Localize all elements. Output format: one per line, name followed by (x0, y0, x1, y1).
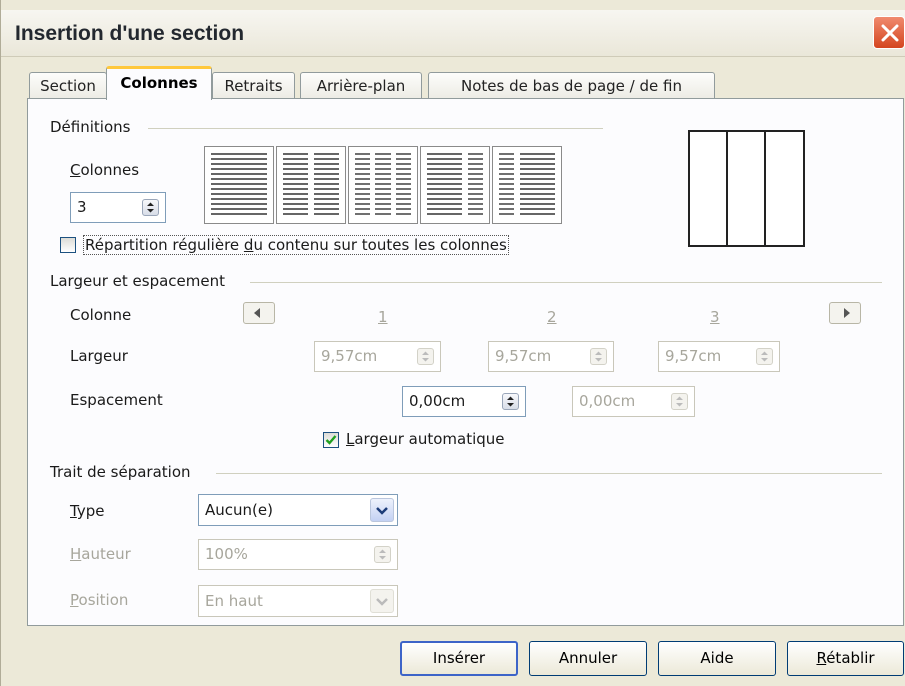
auto-width-checkbox[interactable] (323, 432, 339, 448)
definitions-group-label: Définitions (50, 118, 131, 136)
layout-preset-2[interactable] (276, 146, 346, 224)
layout-preset-3[interactable] (348, 146, 418, 224)
spin-arrows-icon (507, 396, 514, 407)
height-label: Hauteur (70, 545, 131, 563)
cancel-button[interactable]: Annuler (529, 641, 647, 676)
reset-button[interactable]: Rétablir (787, 641, 904, 676)
even-distribution-checkbox[interactable] (60, 237, 76, 253)
width-col2-value: 9,57cm (495, 347, 552, 365)
insert-section-dialog: Insertion d'une section Section Colonnes… (0, 0, 905, 686)
spacing-1-value: 0,00cm (409, 392, 466, 410)
spin-arrows-icon (379, 549, 386, 560)
spacing-2-spinner[interactable]: 0,00cm (572, 386, 695, 417)
width-spacing-divider (250, 282, 882, 283)
help-button[interactable]: Aide (658, 641, 776, 676)
column-preview (688, 130, 805, 247)
two-columns-left-wide-icon (427, 153, 483, 215)
chevron-down-icon (376, 507, 388, 515)
auto-width-label[interactable]: Largeur automatique (346, 430, 505, 448)
definitions-divider (148, 128, 603, 129)
spacing-1-spin-button[interactable] (502, 393, 519, 410)
tab-section[interactable]: Section (29, 72, 107, 99)
position-label: Position (70, 591, 129, 609)
width-spacing-group-label: Largeur et espacement (50, 272, 225, 290)
width-col1-spin-button[interactable] (417, 348, 434, 365)
height-value: 100% (205, 545, 248, 563)
tab-colonnes[interactable]: Colonnes (106, 66, 212, 100)
width-col3-value: 9,57cm (665, 347, 722, 365)
column-number-3: 3 (710, 308, 720, 326)
next-column-button[interactable] (829, 302, 861, 324)
type-label: Type (70, 502, 105, 520)
spacing-1-spinner[interactable]: 0,00cm (402, 386, 526, 417)
column-number-2: 2 (547, 308, 557, 326)
layout-preset-1[interactable] (204, 146, 274, 224)
spin-arrows-icon (676, 396, 683, 407)
spin-arrows-icon (147, 202, 154, 213)
width-col2-spinner[interactable]: 9,57cm (488, 341, 614, 372)
width-col2-spin-button[interactable] (590, 348, 607, 365)
type-select-value: Aucun(e) (205, 501, 273, 519)
dialog-title: Insertion d'une section (15, 22, 245, 45)
one-column-icon (211, 153, 267, 215)
separator-group-label: Trait de séparation (50, 463, 191, 481)
close-button[interactable] (873, 16, 905, 49)
preview-divider-2 (764, 132, 766, 245)
position-select[interactable]: En haut (198, 585, 398, 617)
insert-button[interactable]: Insérer (400, 641, 518, 676)
arrow-left-icon (254, 308, 260, 318)
spacing-2-spin-button[interactable] (671, 393, 688, 410)
two-columns-right-wide-icon (499, 153, 555, 215)
title-bar: Insertion d'une section (1, 10, 905, 57)
type-dropdown-button[interactable] (370, 498, 394, 522)
even-distribution-label[interactable]: Répartition régulière du contenu sur tou… (83, 235, 509, 255)
chevron-down-icon (376, 598, 388, 606)
two-columns-icon (283, 153, 339, 215)
tab-arriere-plan[interactable]: Arrière-plan (300, 72, 422, 99)
columns-count-value: 3 (77, 198, 87, 216)
columns-label: Colonnes (70, 161, 140, 179)
prev-column-button[interactable] (243, 302, 275, 324)
spin-arrows-icon (595, 351, 602, 362)
width-row-label: Largeur (70, 347, 128, 365)
tab-retraits[interactable]: Retraits (212, 72, 295, 99)
width-col3-spinner[interactable]: 9,57cm (658, 341, 780, 372)
spin-arrows-icon (422, 351, 429, 362)
width-col1-spinner[interactable]: 9,57cm (314, 341, 441, 372)
layout-preset-4[interactable] (420, 146, 490, 224)
height-spinner[interactable]: 100% (198, 539, 398, 570)
spacing-2-value: 0,00cm (579, 392, 636, 410)
columns-count-spinner[interactable]: 3 (70, 192, 166, 223)
height-spin-button[interactable] (374, 546, 391, 563)
columns-count-spin-button[interactable] (142, 199, 159, 216)
tab-strip: Section Colonnes Retraits Arrière-plan N… (1, 66, 905, 100)
width-col3-spin-button[interactable] (756, 348, 773, 365)
column-row-label: Colonne (70, 306, 132, 324)
layout-preset-5[interactable] (492, 146, 562, 224)
width-col1-value: 9,57cm (321, 347, 378, 365)
close-icon (881, 24, 899, 42)
three-columns-icon (355, 153, 411, 215)
checkmark-icon (325, 435, 337, 445)
separator-divider (216, 473, 882, 474)
position-select-value: En haut (205, 592, 263, 610)
preview-divider-1 (726, 132, 728, 245)
arrow-right-icon (844, 308, 850, 318)
position-dropdown-button[interactable] (370, 589, 394, 613)
type-select[interactable]: Aucun(e) (198, 494, 398, 526)
spin-arrows-icon (761, 351, 768, 362)
spacing-row-label: Espacement (70, 391, 163, 409)
column-number-1: 1 (378, 308, 388, 326)
columns-panel: Définitions Colonnes 3 Répartition régul… (27, 98, 904, 626)
tab-notes[interactable]: Notes de bas de page / de fin (428, 72, 715, 99)
